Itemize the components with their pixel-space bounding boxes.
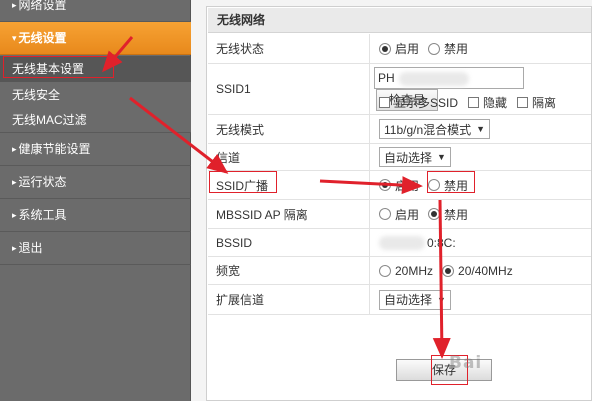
radio-bandwidth-20[interactable]: 20MHz [379,264,433,278]
radio-mbssid-off[interactable]: 禁用 [428,206,468,223]
checkbox-show-multi-ssid[interactable]: 显示多SSID [379,94,458,111]
radio-broadcast-on[interactable]: 启用 [379,177,419,194]
panel-title: 无线网络 [208,8,591,33]
row-channel: 信道 自动选择 ▼ [208,144,591,171]
label-ssid-broadcast: SSID广播 [216,178,269,193]
checkbox-isolate[interactable]: 隔离 [517,94,556,111]
sidebar: ▸ 网络设置 ▾ 无线设置 无线基本设置 无线安全 无线MAC过滤 ▸ 健康节能设置 … [0,0,191,401]
caret-right-icon: ▸ [12,144,17,154]
subitem-wireless-mac-filter[interactable]: 无线MAC过滤 [0,107,191,133]
sidebar-item-logout[interactable]: ▸ 退出 [0,232,191,265]
row-wireless-status: 无线状态 启用 禁用 [208,34,591,64]
ssid1-input[interactable]: PH [374,67,524,89]
subitem-label: 无线基本设置 [12,62,85,76]
caret-right-icon: ▸ [12,243,17,253]
sidebar-item-label: 系统工具 [18,208,67,222]
dropdown-arrow-icon: ▼ [437,294,446,305]
row-extension-channel: 扩展信道 自动选择 ▼ [208,285,591,315]
checkbox-hide[interactable]: 隐藏 [468,94,507,111]
subitem-wireless-security[interactable]: 无线安全 [0,82,191,108]
row-bssid: BSSID 0:8C: [208,229,591,257]
label-ssid1: SSID1 [216,82,251,96]
radio-wireless-off[interactable]: 禁用 [428,40,468,57]
label-wireless-mode: 无线模式 [216,122,265,137]
radio-broadcast-off[interactable]: 禁用 [428,177,468,194]
bssid-value: 0:8C: [427,235,456,250]
label-channel: 信道 [216,150,241,165]
sidebar-item-label: 退出 [18,241,43,255]
label-extension-channel: 扩展信道 [216,293,265,307]
radio-wireless-on[interactable]: 启用 [379,40,419,57]
row-wireless-mode: 无线模式 11b/g/n混合模式 ▼ [208,115,591,144]
sidebar-item-system-tools[interactable]: ▸ 系统工具 [0,199,191,232]
row-ssid-broadcast: SSID广播 启用 禁用 [208,171,591,200]
dropdown-arrow-icon: ▼ [476,124,486,134]
baidu-watermark: Bai [449,353,483,373]
caret-down-icon: ▾ [12,33,17,43]
channel-select[interactable]: 自动选择 ▼ [379,147,451,167]
sidebar-item-label: 网络设置 [18,0,67,12]
row-bandwidth: 频宽 20MHz 20/40MHz [208,257,591,285]
label-bandwidth: 频宽 [216,264,241,278]
sidebar-item-status[interactable]: ▸ 运行状态 [0,166,191,199]
wireless-mode-select[interactable]: 11b/g/n混合模式 ▼ [379,119,491,139]
label-wireless-status: 无线状态 [216,42,265,56]
subitem-label: 无线MAC过滤 [12,113,87,127]
label-bssid: BSSID [216,235,253,250]
extension-channel-select[interactable]: 自动选择 ▼ [379,289,451,310]
row-ssid1: SSID1 PH 检查是 显示多SSID 隐藏 隔离 [208,64,591,115]
subitem-label: 无线安全 [12,88,61,102]
sidebar-item-wireless[interactable]: ▾ 无线设置 [0,22,191,55]
caret-right-icon: ▸ [12,0,17,10]
caret-right-icon: ▸ [12,177,17,187]
sidebar-item-health-power[interactable]: ▸ 健康节能设置 [0,133,191,166]
subitem-wireless-basic[interactable]: 无线基本设置 [0,56,191,82]
radio-bandwidth-2040[interactable]: 20/40MHz [442,264,513,278]
radio-mbssid-on[interactable]: 启用 [379,206,419,223]
row-mbssid-isolation: MBSSID AP 隔离 启用 禁用 [208,200,591,229]
sidebar-item-label: 运行状态 [18,175,67,189]
label-mbssid-isolation: MBSSID AP 隔离 [216,207,308,222]
wireless-settings-panel: 无线网络 无线状态 启用 禁用 SSID1 PH 检查是 显示多SSID 隐藏 … [206,6,592,401]
sidebar-item-label: 无线设置 [18,31,67,45]
sidebar-item-network[interactable]: ▸ 网络设置 [0,0,191,22]
sidebar-item-label: 健康节能设置 [18,142,91,156]
caret-right-icon: ▸ [12,210,17,220]
dropdown-arrow-icon: ▼ [437,152,446,162]
